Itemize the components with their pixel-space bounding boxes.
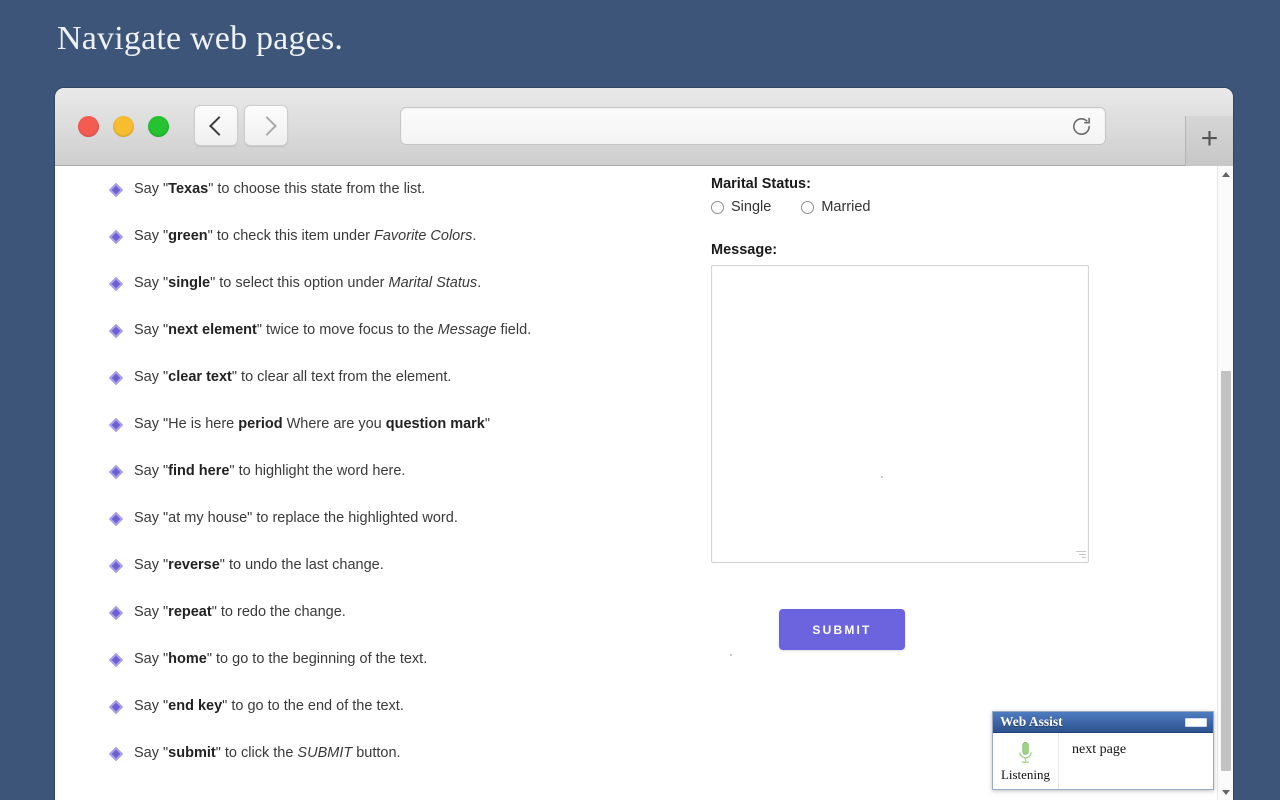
browser-window: + Say "Texas" to choose this state from … [55, 88, 1233, 800]
close-button[interactable] [78, 116, 99, 137]
list-item: Say "He is here period Where are you que… [105, 401, 685, 448]
list-item-text: Say "Texas" to choose this state from th… [134, 180, 426, 197]
list-item: Say "end key" to go to the end of the te… [105, 683, 685, 730]
diamond-bullet-icon [108, 652, 124, 667]
list-item-text: Say "find here" to highlight the word he… [134, 462, 406, 479]
list-item: Say "clear text" to clear all text from … [105, 354, 685, 401]
microphone-icon[interactable] [1016, 741, 1035, 766]
window-controls [78, 116, 169, 137]
reload-icon[interactable] [1070, 115, 1093, 138]
marital-status-label: Marital Status: [711, 176, 811, 192]
forward-button[interactable] [244, 105, 288, 146]
list-item-text: Say "next element" twice to move focus t… [134, 321, 532, 338]
scrollbar-thumb[interactable] [1221, 371, 1231, 771]
diamond-bullet-icon [108, 323, 124, 338]
listening-label: Listening [1000, 767, 1051, 782]
diamond-bullet-icon [108, 511, 124, 526]
radio-married-label[interactable]: Married [821, 199, 870, 215]
recognized-text: next page [1072, 742, 1127, 757]
diamond-bullet-icon [108, 417, 124, 432]
address-bar[interactable] [400, 107, 1106, 145]
list-item-text: Say "single" to select this option under… [134, 274, 482, 291]
radio-married[interactable] [801, 200, 815, 214]
list-item-text: Say "reverse" to undo the last change. [134, 556, 384, 573]
back-button[interactable] [194, 105, 238, 146]
web-assist-titlebar[interactable]: Web Assist [993, 712, 1213, 733]
radio-single-label[interactable]: Single [731, 199, 771, 215]
list-item: Say "submit" to click the SUBMIT button. [105, 730, 685, 777]
list-item-text: Say "home" to go to the beginning of the… [134, 650, 428, 667]
web-assist-title: Web Assist [1000, 714, 1063, 729]
scroll-down-arrow-icon[interactable] [1218, 784, 1233, 800]
list-item-text: Say "green" to check this item under Fav… [134, 227, 477, 244]
list-item-text: Say "He is here period Where are you que… [134, 415, 491, 432]
resize-handle-icon[interactable] [1074, 548, 1086, 560]
message-textarea[interactable] [711, 265, 1089, 563]
list-item: Say "next element" twice to move focus t… [105, 307, 685, 354]
diamond-bullet-icon [108, 605, 124, 620]
list-item-text: Say "end key" to go to the end of the te… [134, 697, 404, 714]
diamond-bullet-icon [108, 182, 124, 197]
chevron-right-icon [260, 115, 273, 137]
message-label: Message: [711, 242, 778, 258]
web-assist-panel: Web Assist Listening next page [992, 711, 1214, 790]
list-item: Say "home" to go to the beginning of the… [105, 636, 685, 683]
page-content: Say "Texas" to choose this state from th… [55, 166, 1233, 800]
list-item-text: Say "at my house" to replace the highlig… [134, 509, 458, 526]
artifact-dot [730, 654, 732, 656]
new-tab-button[interactable]: + [1185, 116, 1233, 166]
web-assist-body: Listening next page [993, 733, 1213, 789]
artifact-dot [881, 476, 883, 478]
vertical-scrollbar[interactable] [1217, 166, 1233, 800]
diamond-bullet-icon [108, 229, 124, 244]
diamond-bullet-icon [108, 558, 124, 573]
form-column: Marital Status: Single Married Message: … [711, 176, 1141, 650]
chevron-left-icon [210, 115, 223, 137]
web-assist-minimize-button[interactable] [1185, 718, 1207, 727]
diamond-bullet-icon [108, 746, 124, 761]
list-item: Say "Texas" to choose this state from th… [105, 166, 685, 213]
minimize-button[interactable] [113, 116, 134, 137]
diamond-bullet-icon [108, 370, 124, 385]
microphone-status: Listening [993, 733, 1059, 789]
maximize-button[interactable] [148, 116, 169, 137]
navigation-buttons [194, 105, 288, 146]
list-item-text: Say "submit" to click the SUBMIT button. [134, 744, 401, 761]
diamond-bullet-icon [108, 699, 124, 714]
list-item: Say "green" to check this item under Fav… [105, 213, 685, 260]
submit-row: SUBMIT [711, 609, 1141, 650]
page-title: Navigate web pages. [57, 20, 344, 57]
list-item-text: Say "clear text" to clear all text from … [134, 368, 452, 385]
list-item: Say "at my house" to replace the highlig… [105, 495, 685, 542]
scroll-up-arrow-icon[interactable] [1218, 166, 1233, 182]
list-item-text: Say "repeat" to redo the change. [134, 603, 346, 620]
diamond-bullet-icon [108, 276, 124, 291]
list-item: Say "single" to select this option under… [105, 260, 685, 307]
list-item: Say "find here" to highlight the word he… [105, 448, 685, 495]
list-item: Say "reverse" to undo the last change. [105, 542, 685, 589]
submit-button[interactable]: SUBMIT [779, 609, 905, 650]
instruction-list: Say "Texas" to choose this state from th… [105, 166, 685, 777]
radio-single[interactable] [711, 200, 724, 214]
diamond-bullet-icon [108, 464, 124, 479]
list-item: Say "repeat" to redo the change. [105, 589, 685, 636]
marital-status-group: Single Married [711, 199, 1141, 215]
browser-titlebar: + [55, 88, 1233, 166]
